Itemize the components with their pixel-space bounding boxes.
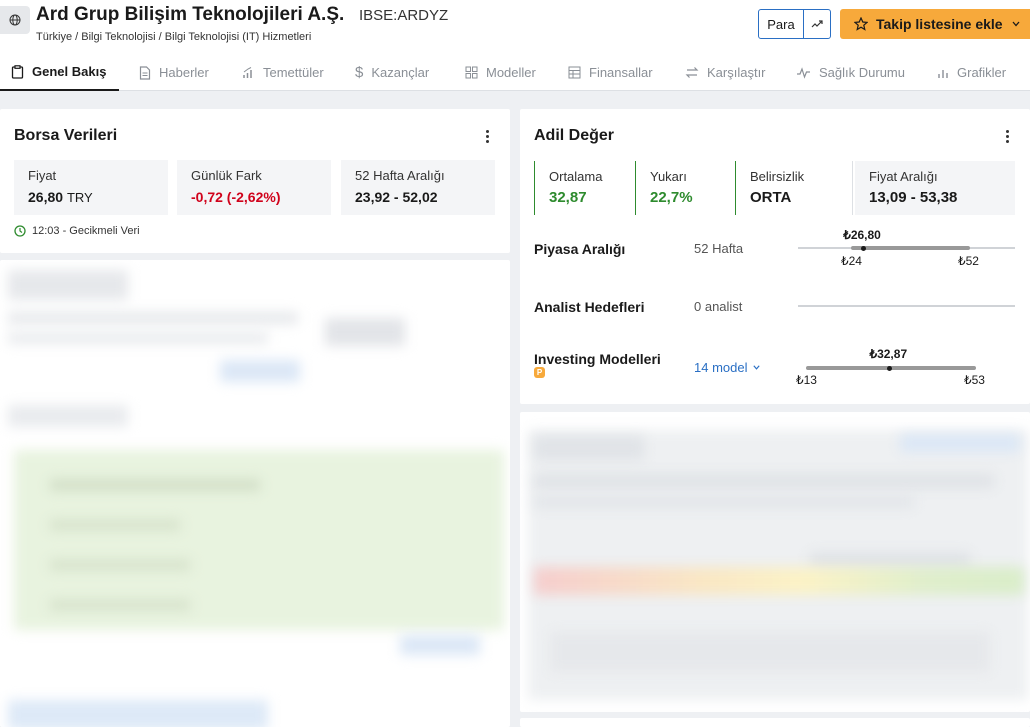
bar-chart-icon — [938, 69, 948, 78]
price-label: Fiyat — [28, 168, 57, 183]
week52-range-label: 52 Hafta Aralığı — [355, 168, 445, 183]
tab-bar: Genel Bakış Haberler Temettüler $ Kazanç… — [0, 54, 1030, 91]
more-options-icon[interactable] — [1006, 130, 1010, 143]
models-range-marker — [886, 366, 892, 371]
models-dropdown[interactable]: 14 model — [694, 360, 761, 375]
pro-badge-icon: P — [534, 367, 545, 378]
market-range-period: 52 Hafta — [694, 241, 744, 256]
chevron-down-icon — [753, 365, 761, 370]
uncertainty-box: Belirsizlik ORTA — [735, 161, 853, 215]
tab-overview[interactable]: Genel Bakış — [0, 54, 119, 91]
market-data-title: Borsa Verileri — [14, 127, 118, 144]
blurred-block — [325, 318, 405, 346]
tab-news[interactable]: Haberler — [139, 54, 209, 91]
models-range-high: ₺53 — [964, 373, 985, 387]
market-range-bar — [851, 246, 970, 250]
market-range-marker — [860, 246, 866, 251]
price-range-label: Fiyat Aralığı — [869, 169, 938, 184]
tab-financials[interactable]: Finansallar — [568, 54, 653, 91]
watchlist-label: Takip listesine ekle — [876, 16, 1003, 32]
market-range-current: ₺26,80 — [843, 228, 881, 242]
blurred-block — [8, 405, 128, 427]
fair-value-title: Adil Değer — [534, 127, 615, 144]
clipboard-icon — [11, 64, 24, 79]
upside-box: Yukarı 22,7% — [635, 161, 735, 215]
models-range-low: ₺13 — [796, 373, 817, 387]
page-header: Ard Grup Bilişim Teknolojileri A.Ş. IBSE… — [0, 0, 1030, 54]
pulse-icon — [797, 66, 810, 79]
watchlist-button[interactable]: Takip listesine ekle — [840, 9, 1030, 39]
trend-chart-button[interactable] — [803, 9, 831, 39]
chevron-down-icon — [1012, 21, 1020, 27]
upside-label: Yukarı — [650, 169, 687, 184]
spreadsheet-icon — [568, 66, 581, 79]
blurred-block — [534, 567, 1024, 595]
average-box: Ortalama 32,87 — [534, 161, 634, 215]
price-range-box: Fiyat Aralığı 13,09 - 53,38 — [855, 161, 1015, 215]
growth-icon — [243, 67, 252, 78]
daily-change-value: -0,72 (-2,62%) — [191, 189, 281, 205]
document-icon — [139, 65, 151, 80]
company-name: Ard Grup Bilişim Teknolojileri A.Ş. — [36, 4, 345, 25]
week52-range-box: 52 Hafta Aralığı 23,92 - 52,02 — [341, 160, 495, 215]
uncertainty-value: ORTA — [750, 189, 792, 206]
market-data-card: Borsa Verileri Fiyat 26,80 TRY Günlük Fa… — [0, 109, 510, 253]
price-value: 26,80 TRY — [28, 189, 93, 205]
models-range-current: ₺32,87 — [869, 347, 908, 361]
tab-models[interactable]: Modeller — [465, 54, 536, 91]
next-card-edge — [520, 718, 1030, 727]
grid-icon — [465, 66, 478, 79]
investing-models-label: Investing Modelleri — [534, 351, 661, 367]
daily-change-box: Günlük Fark -0,72 (-2,62%) — [177, 160, 331, 215]
tab-compare[interactable]: Karşılaştır — [685, 54, 766, 91]
week52-range-value: 23,92 - 52,02 — [355, 189, 438, 205]
analyst-targets-track — [798, 305, 1015, 307]
price-box: Fiyat 26,80 TRY — [14, 160, 168, 215]
market-range-high: ₺52 — [958, 254, 979, 268]
tab-health[interactable]: Sağlık Durumu — [796, 54, 905, 91]
blurred-block — [50, 560, 190, 570]
daily-change-label: Günlük Fark — [191, 168, 262, 183]
blurred-block — [550, 632, 990, 672]
blurred-block — [534, 496, 914, 508]
tab-dividends[interactable]: Temettüler — [242, 54, 324, 91]
blurred-content-card-right — [520, 412, 1030, 712]
ticker-symbol: IBSE:ARDYZ — [359, 7, 449, 24]
swap-icon — [685, 67, 699, 78]
tab-earnings[interactable]: $ Kazançlar — [355, 54, 429, 91]
dollar-icon: $ — [355, 64, 364, 81]
more-options-icon[interactable] — [486, 130, 490, 143]
blurred-block — [50, 600, 190, 610]
price-range-value: 13,09 - 53,38 — [869, 189, 958, 206]
star-icon — [854, 17, 868, 31]
blurred-block — [220, 360, 300, 382]
blurred-block — [8, 700, 268, 727]
globe-icon[interactable] — [0, 6, 30, 34]
blurred-block — [900, 434, 1020, 452]
blurred-block — [534, 436, 644, 460]
analyst-targets-label: Analist Hedefleri — [534, 299, 645, 315]
breadcrumb[interactable]: Türkiye / Bilgi Teknolojisi / Bilgi Tekn… — [36, 31, 311, 43]
tab-charts[interactable]: Grafikler — [937, 54, 1006, 91]
market-range-label: Piyasa Aralığı — [534, 241, 626, 257]
currency-button[interactable]: Para — [758, 9, 804, 39]
blurred-block — [50, 480, 260, 490]
blurred-content-card-left — [0, 260, 510, 727]
blurred-block — [8, 332, 268, 344]
blurred-block — [400, 635, 480, 655]
upside-value: 22,7% — [650, 189, 693, 206]
uncertainty-label: Belirsizlik — [750, 169, 805, 184]
trend-up-icon — [811, 20, 823, 28]
delay-notice: 12:03 - Gecikmeli Veri — [14, 225, 140, 237]
analyst-count: 0 analist — [694, 299, 743, 314]
average-value: 32,87 — [549, 189, 587, 206]
average-label: Ortalama — [549, 169, 603, 184]
clock-icon — [14, 225, 26, 237]
blurred-block — [8, 270, 128, 300]
market-range-low: ₺24 — [841, 254, 862, 268]
blurred-block — [50, 520, 180, 530]
blurred-block — [534, 474, 994, 488]
blurred-block — [8, 312, 298, 324]
